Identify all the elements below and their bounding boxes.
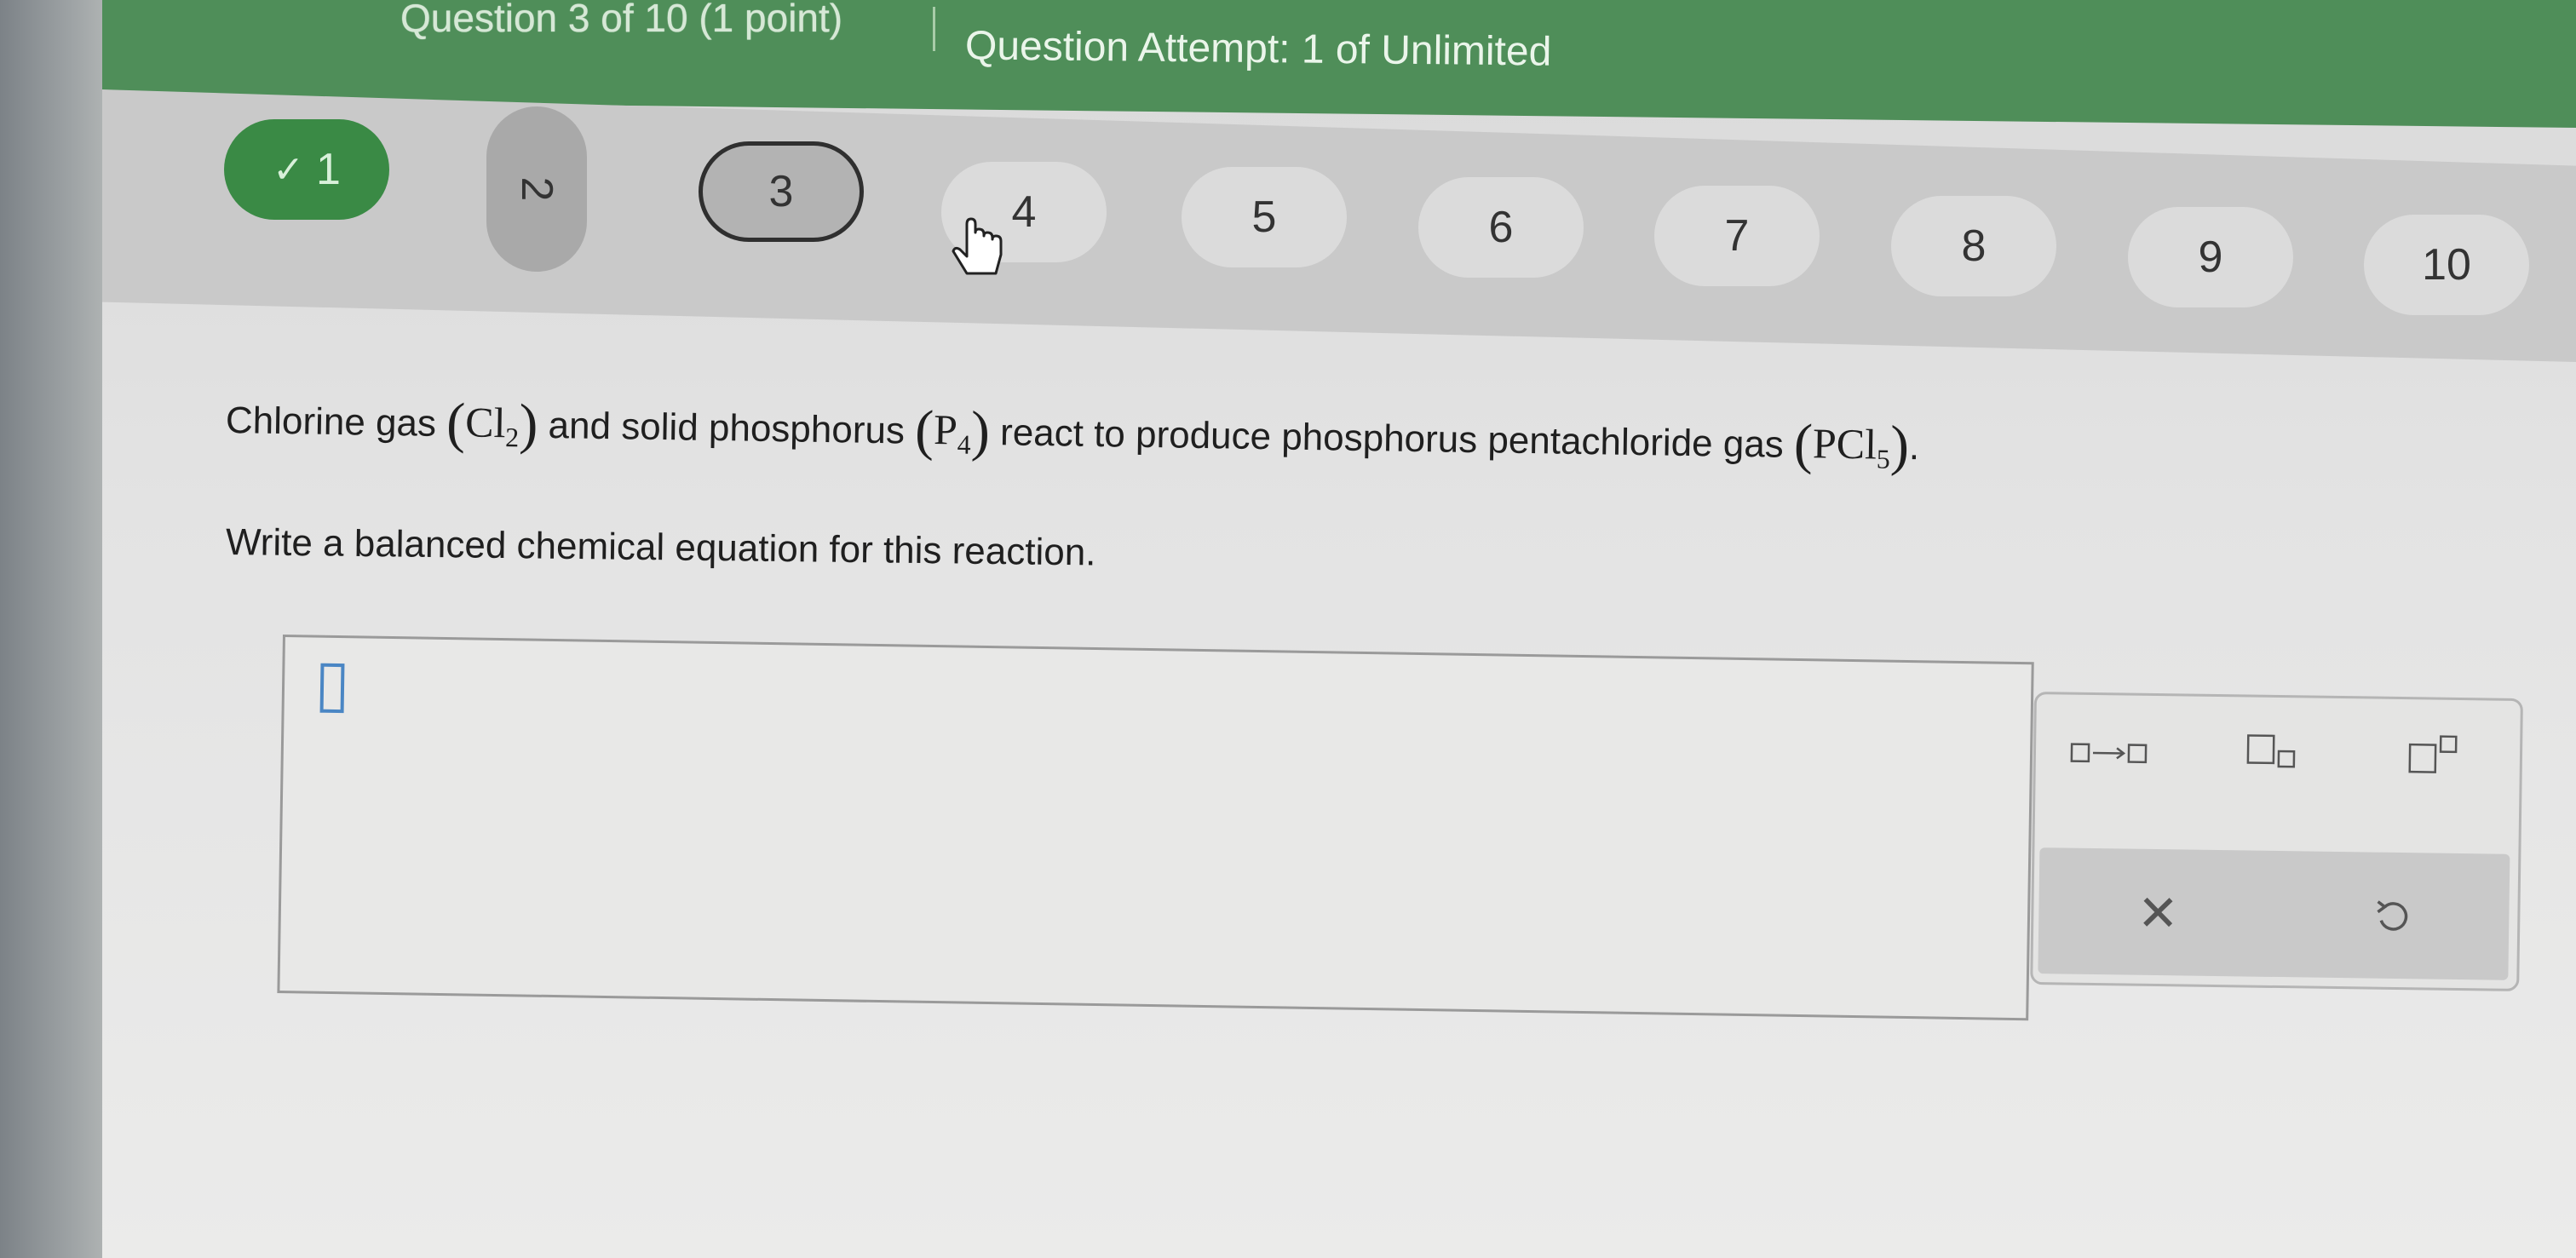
equation-toolbar: ✕ [2030,692,2523,991]
hand-cursor-icon [952,217,1003,275]
nav-question-label: 8 [1961,221,1987,271]
nav-question-9[interactable]: 9 [2128,207,2293,307]
page: Question 3 of 10 (1 point) Question Atte… [102,0,2576,1258]
question-text-part: react to produce phosphorus pentachlorid… [999,411,1795,466]
nav-question-label: 1 [315,145,341,194]
question-prompt: Write a balanced chemical equation for t… [225,521,1096,574]
check-icon: ✓ [273,148,304,191]
formula-subscript: 2 [504,422,520,453]
nav-question-3[interactable]: 3 [699,141,864,242]
nav-question-label: 10 [2422,240,2471,290]
paren: ) [1889,414,1910,478]
input-caret [319,663,345,714]
screen-edge [0,0,102,1258]
nav-question-label: 5 [1251,192,1277,242]
nav-question-label: 3 [768,167,794,216]
paren: ( [1793,412,1814,476]
arrow-reaction-icon[interactable] [2065,727,2159,780]
formula-symbol: PCl [1812,419,1877,468]
close-icon: ✕ [2136,885,2180,942]
nav-question-label: 4 [1011,187,1037,237]
paren: ) [518,393,539,456]
paren: ( [914,399,934,462]
formula-p4: (P4) [915,399,991,462]
undo-icon [2377,900,2408,931]
nav-question-7[interactable]: 7 [1654,186,1820,286]
header-divider [933,7,935,51]
nav-question-label: 2 [512,176,561,202]
nav-question-10[interactable]: 10 [2364,215,2529,315]
formula-subscript: 5 [1876,443,1891,474]
undo-button[interactable] [2341,877,2444,956]
question-counter: Question 3 of 10 (1 point) [400,0,843,40]
clear-button[interactable]: ✕ [2107,874,2210,952]
formula-cl2: (Cl2) [446,392,538,456]
formula-subscript: 4 [957,428,971,460]
question-text: Chlorine gas (Cl2) and solid phosphorus … [225,388,1920,479]
attempt-counter: Question Attempt: 1 of Unlimited [964,23,1552,75]
nav-question-6[interactable]: 6 [1418,177,1584,278]
nav-question-2[interactable]: 2 [486,106,587,272]
subscript-icon[interactable] [2232,726,2318,778]
answer-input[interactable] [277,635,2034,1021]
nav-question-8[interactable]: 8 [1891,196,2056,296]
question-text-part: and solid phosphorus [548,404,916,452]
formula-pcl5: (PCl5) [1793,413,1909,477]
nav-question-label: 9 [2198,233,2223,282]
toolbar-actions: ✕ [2038,847,2510,980]
formula-symbol: Cl [464,398,506,447]
paren: ( [446,392,466,455]
nav-question-5[interactable]: 5 [1182,167,1347,267]
nav-question-label: 6 [1488,203,1514,252]
question-text-end: . [1908,426,1920,468]
nav-question-label: 7 [1724,211,1750,261]
question-text-part: Chlorine gas [225,399,447,445]
nav-question-1[interactable]: ✓ 1 [224,119,389,220]
paren: ) [970,399,991,463]
formula-symbol: P [933,405,958,454]
superscript-icon[interactable] [2394,728,2480,780]
